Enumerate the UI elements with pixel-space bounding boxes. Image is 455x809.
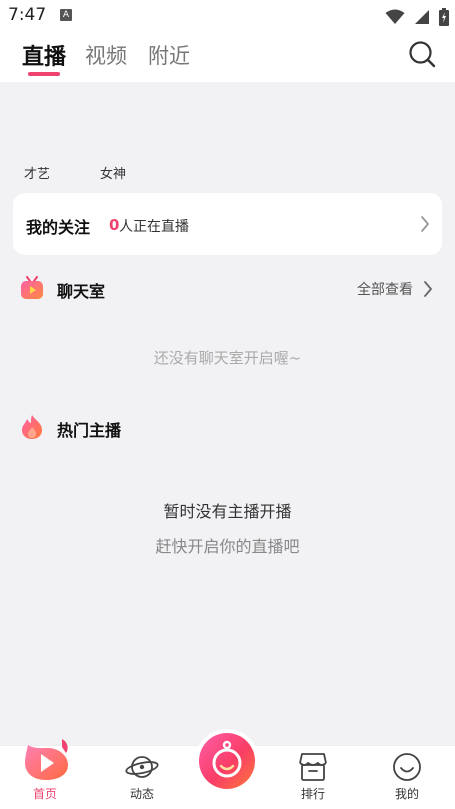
- status-time: 7:47: [8, 5, 47, 25]
- nav-ranking[interactable]: 排行: [268, 746, 358, 809]
- camera-lens-icon: [212, 740, 242, 778]
- chevron-right-icon: [421, 216, 429, 232]
- live-count-text: 人正在直播: [119, 219, 189, 235]
- hot-hosts-empty-line2: 赶快开启你的直播吧: [155, 537, 300, 556]
- notification-a-icon: A: [60, 9, 72, 21]
- tv-icon: [21, 276, 43, 299]
- search-icon[interactable]: [408, 40, 436, 68]
- my-follow-card[interactable]: 我的关注 0 人正在直播: [13, 193, 442, 255]
- go-live-button[interactable]: [199, 733, 255, 789]
- category-goddess[interactable]: 女神: [100, 163, 126, 182]
- chat-room-title: 聊天室: [57, 282, 106, 301]
- status-bar: 7:47 A: [0, 0, 455, 30]
- category-talent[interactable]: 才艺: [24, 163, 50, 182]
- tab-nearby[interactable]: 附近: [148, 40, 190, 70]
- planet-icon: [125, 756, 159, 778]
- wifi-icon: [385, 9, 405, 24]
- tab-live[interactable]: 直播: [22, 39, 66, 71]
- signal-icon: [414, 9, 429, 24]
- home-play-icon: [25, 739, 68, 780]
- view-all-link[interactable]: 全部查看: [357, 279, 413, 299]
- nav-feed-label: 动态: [129, 787, 154, 801]
- nav-me[interactable]: 我的: [362, 746, 452, 809]
- top-navigation: [0, 30, 455, 82]
- nav-home-label: 首页: [32, 787, 57, 801]
- flame-icon: [22, 415, 42, 439]
- hot-hosts-empty-line1: 暂时没有主播开播: [163, 502, 292, 521]
- view-all-chevron-icon[interactable]: [423, 280, 433, 298]
- hot-hosts-title: 热门主播: [57, 421, 122, 440]
- nav-home[interactable]: 首页: [0, 739, 90, 809]
- ranking-store-icon: [299, 753, 327, 781]
- live-count: 0: [109, 216, 120, 234]
- nav-feed[interactable]: 动态: [97, 746, 187, 809]
- smiley-icon: [393, 753, 421, 781]
- tab-video[interactable]: 视频: [85, 40, 127, 70]
- battery-icon: [439, 7, 449, 26]
- follow-title: 我的关注: [26, 218, 91, 237]
- chat-room-empty-text: 还没有聊天室开启喔~: [153, 349, 302, 367]
- status-icons: [381, 6, 449, 26]
- active-tab-indicator: [28, 72, 60, 76]
- nav-ranking-label: 排行: [300, 787, 325, 801]
- nav-me-label: 我的: [394, 787, 419, 801]
